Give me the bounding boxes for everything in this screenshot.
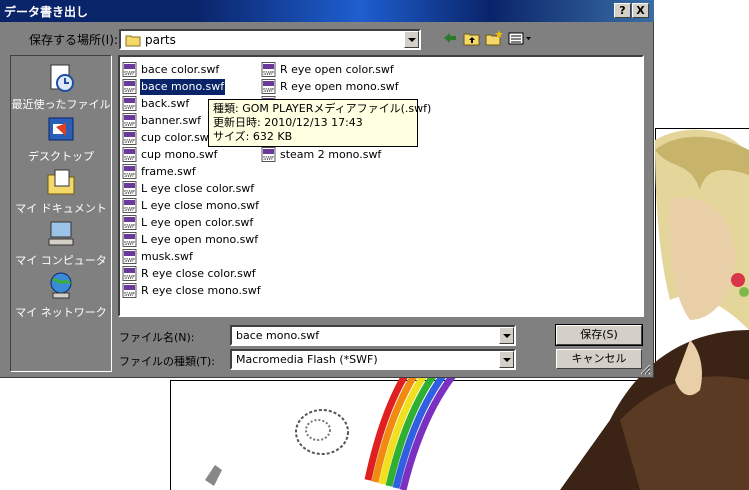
save-in-value: parts [145, 33, 176, 47]
desktop-icon [48, 117, 74, 141]
place-label: マイ コンピュータ [15, 254, 107, 267]
svg-text:SWF: SWF [124, 139, 135, 145]
place-recent[interactable]: 最近使ったファイル [11, 62, 111, 112]
file-list[interactable]: SWF bace color.swf SWF bace mono.swf SWF back… [118, 55, 644, 317]
back-arrow-icon[interactable] [440, 28, 460, 48]
swf-file-icon: SWF [122, 283, 137, 298]
folder-icon [125, 35, 141, 47]
filename-input[interactable]: bace mono.swf [230, 325, 516, 346]
new-folder-icon[interactable] [484, 28, 504, 48]
view-menu-icon[interactable] [507, 28, 533, 48]
svg-text:SWF: SWF [124, 173, 135, 179]
dialog-title: データ書き出し [4, 5, 89, 19]
places-bar: 最近使ったファイル デスクトップ マイ ドキュメント マイ コンピュータ マイ … [10, 55, 112, 372]
my-documents-icon [47, 169, 75, 195]
svg-text:SWF: SWF [124, 241, 135, 247]
swf-file-icon: SWF [122, 130, 137, 145]
my-network-icon [50, 272, 72, 299]
place-label: マイ ネットワーク [15, 306, 107, 319]
file-name: L eye open mono.swf [141, 233, 259, 246]
filename-label: ファイル名(N): [119, 331, 195, 344]
my-computer-icon [48, 221, 74, 246]
file-name: R eye close color.swf [141, 267, 256, 280]
filetype-dropdown[interactable]: Macromedia Flash (*SWF) [230, 349, 516, 370]
svg-text:SWF: SWF [124, 224, 135, 230]
help-button[interactable]: ? [614, 3, 631, 18]
swf-file-icon: SWF [261, 62, 276, 77]
cancel-button[interactable]: キャンセル [556, 349, 642, 369]
file-info-tooltip: 種類: GOM PLAYERメディアファイル(.swf) 更新日時: 2010/… [208, 99, 432, 147]
place-desktop[interactable]: デスクトップ [11, 114, 111, 164]
chevron-down-icon[interactable] [404, 31, 419, 48]
swf-file-icon: SWF [122, 181, 137, 196]
svg-text:SWF: SWF [124, 156, 135, 162]
chevron-down-icon[interactable] [499, 351, 514, 368]
svg-text:SWF: SWF [124, 190, 135, 196]
resize-grip-icon[interactable] [639, 363, 651, 375]
svg-text:SWF: SWF [124, 105, 135, 111]
save-in-dropdown[interactable]: parts [119, 29, 421, 50]
file-name: musk.swf [141, 250, 193, 263]
recent-files-icon [50, 64, 74, 92]
file-name: cup color.swf [141, 131, 213, 144]
chevron-down-icon[interactable] [499, 327, 514, 344]
file-name: R eye open mono.swf [280, 80, 399, 93]
filename-value: bace mono.swf [236, 329, 320, 342]
svg-text:SWF: SWF [124, 88, 135, 94]
up-folder-icon[interactable] [462, 28, 482, 48]
place-my-network[interactable]: マイ ネットワーク [11, 270, 111, 320]
file-name: bace color.swf [141, 63, 220, 76]
file-name: back.swf [141, 97, 190, 110]
place-label: マイ ドキュメント [15, 202, 107, 215]
file-name: R eye close mono.swf [141, 284, 261, 297]
swf-file-icon: SWF [122, 198, 137, 213]
close-button[interactable]: X [632, 3, 649, 18]
swf-file-icon: SWF [122, 215, 137, 230]
file-name: frame.swf [141, 165, 196, 178]
file-name: L eye close mono.swf [141, 199, 260, 212]
swf-file-icon: SWF [122, 249, 137, 264]
tooltip-type: 種類: GOM PLAYERメディアファイル(.swf) [213, 102, 432, 115]
svg-text:SWF: SWF [124, 122, 135, 128]
file-name: bace mono.swf [140, 79, 226, 95]
save-dialog: データ書き出し ? X 保存する場所(I): parts 最近使ったファイル デ… [0, 0, 654, 378]
svg-text:SWF: SWF [263, 71, 274, 77]
tooltip-modified: 更新日時: 2010/12/13 17:43 [213, 116, 363, 129]
svg-text:SWF: SWF [124, 71, 135, 77]
swf-file-icon: SWF [122, 62, 137, 77]
file-name: R eye open color.swf [280, 63, 394, 76]
title-bar[interactable]: データ書き出し ? X [0, 0, 654, 22]
file-name: steam 2 mono.swf [280, 148, 382, 161]
svg-text:SWF: SWF [124, 275, 135, 281]
place-my-computer[interactable]: マイ コンピュータ [11, 218, 111, 268]
place-label: デスクトップ [28, 150, 94, 163]
filetype-label: ファイルの種類(T): [119, 355, 216, 368]
save-in-label: 保存する場所(I): [29, 33, 118, 47]
swf-file-icon: SWF [261, 147, 276, 162]
swf-file-icon: SWF [122, 113, 137, 128]
svg-text:SWF: SWF [263, 88, 274, 94]
tooltip-size: サイズ: 632 KB [213, 130, 293, 143]
swf-file-icon: SWF [122, 266, 137, 281]
swf-file-icon: SWF [122, 232, 137, 247]
svg-text:SWF: SWF [263, 156, 274, 162]
svg-text:SWF: SWF [124, 292, 135, 298]
place-my-documents[interactable]: マイ ドキュメント [11, 166, 111, 216]
swf-file-icon: SWF [261, 79, 276, 94]
svg-text:SWF: SWF [124, 207, 135, 213]
file-name: cup mono.swf [141, 148, 218, 161]
file-name: banner.swf [141, 114, 202, 127]
place-label: 最近使ったファイル [11, 98, 111, 111]
filetype-value: Macromedia Flash (*SWF) [236, 353, 378, 366]
swf-file-icon: SWF [122, 164, 137, 179]
save-button[interactable]: 保存(S) [555, 324, 643, 346]
file-name: L eye open color.swf [141, 216, 254, 229]
swf-file-icon: SWF [122, 96, 137, 111]
svg-text:SWF: SWF [124, 258, 135, 264]
file-name: L eye close color.swf [141, 182, 255, 195]
swf-file-icon: SWF [122, 79, 137, 94]
swf-file-icon: SWF [122, 147, 137, 162]
